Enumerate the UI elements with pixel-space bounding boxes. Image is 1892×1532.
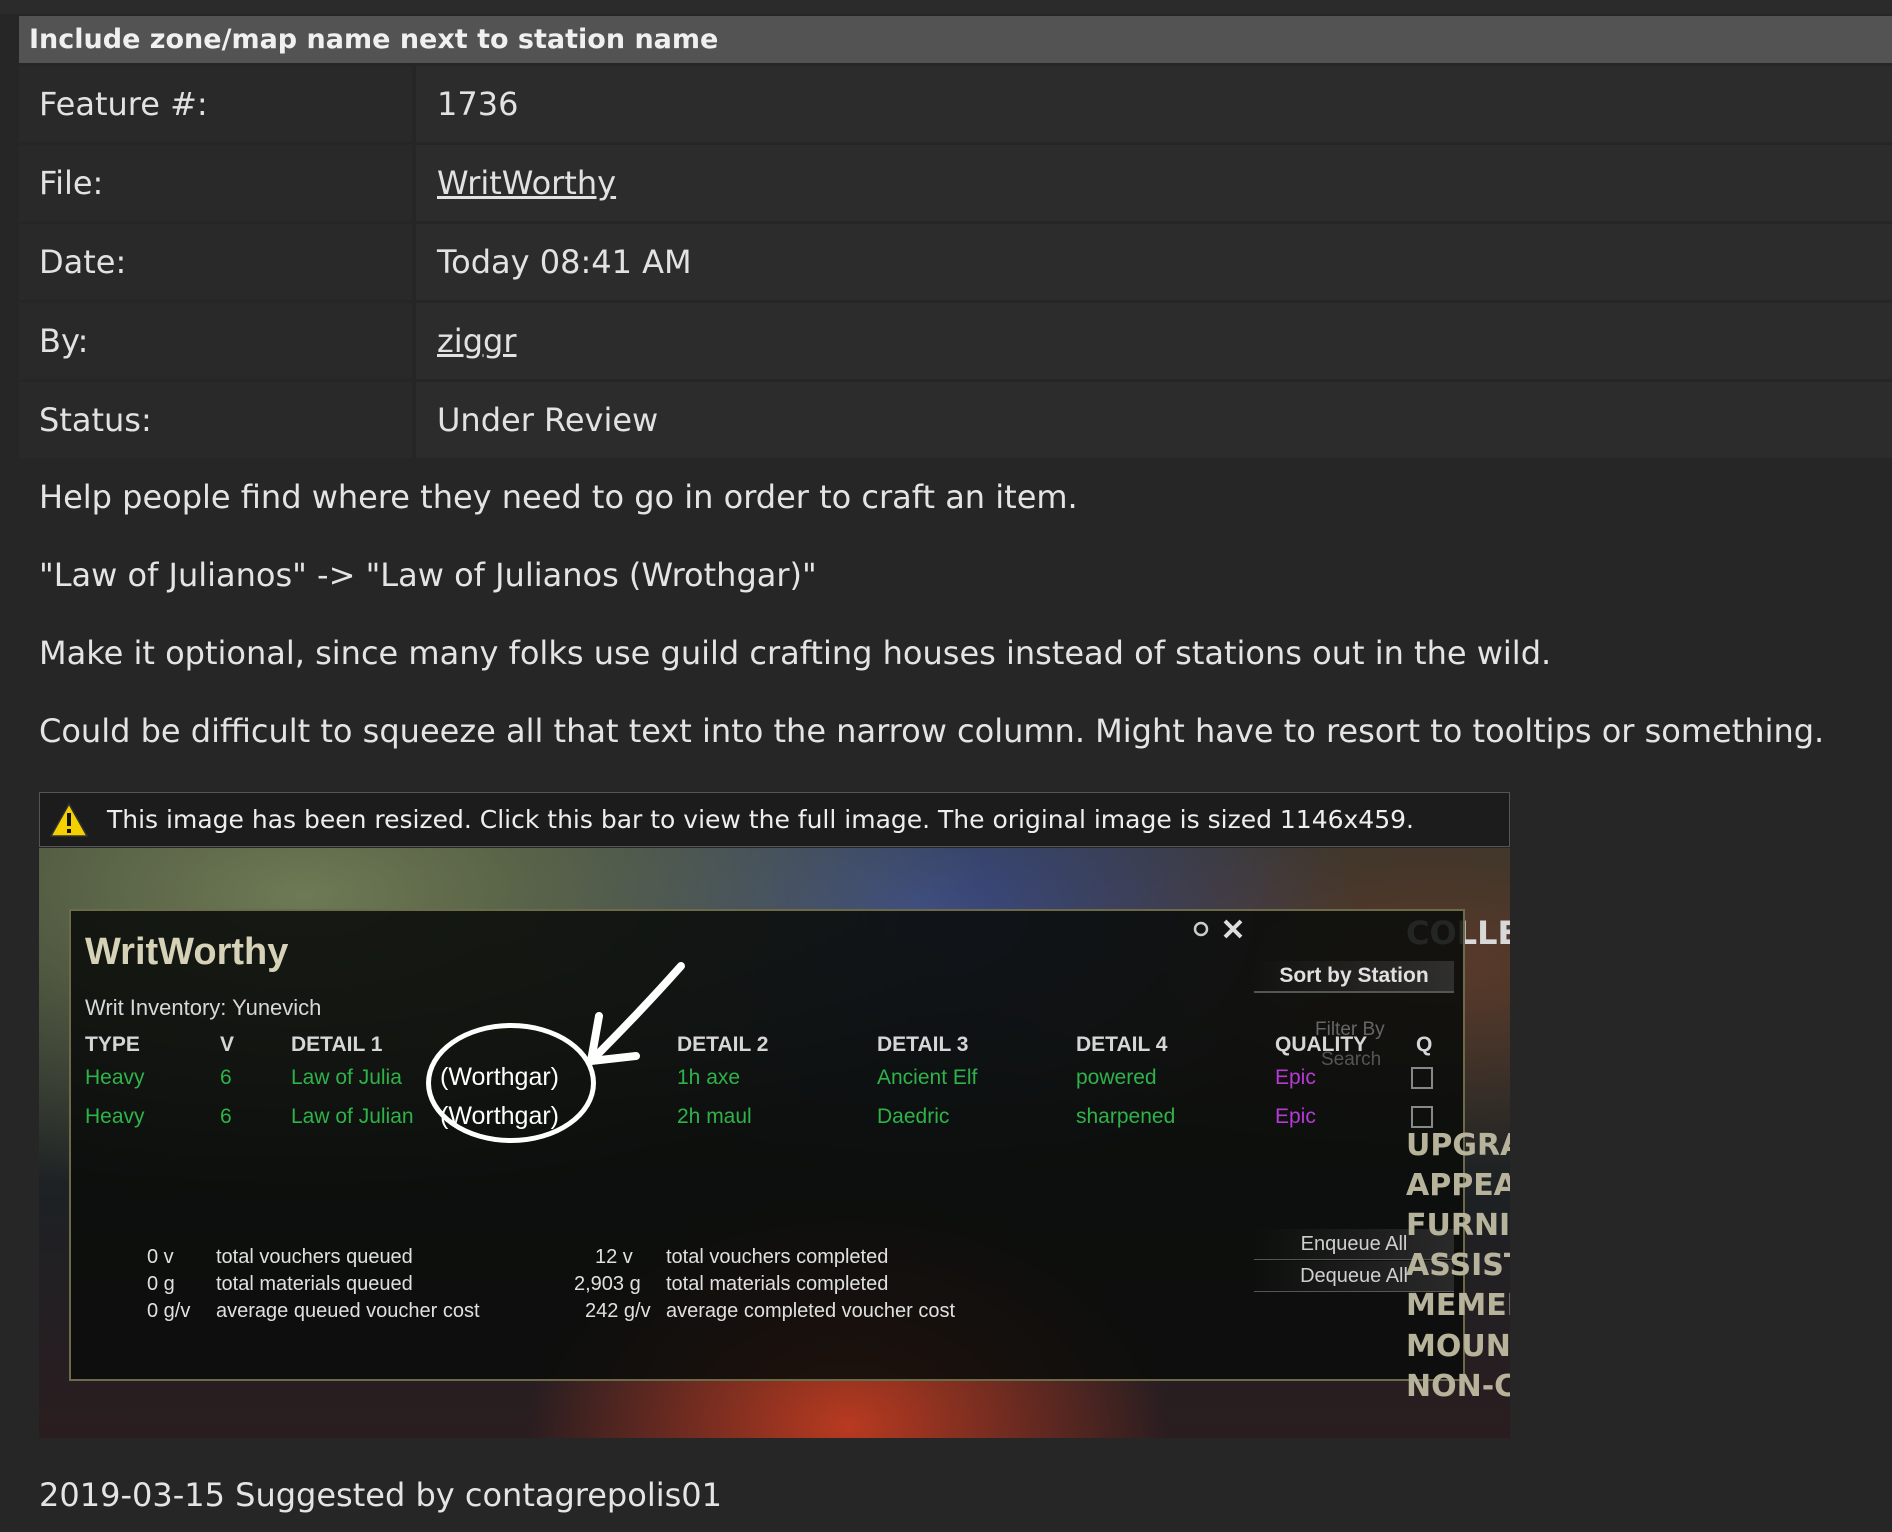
queued-voucher-cost-value: 0 g/v — [147, 1300, 191, 1322]
info-row-feature: Feature #: 1736 — [19, 66, 1892, 142]
materials-queued-label: total materials queued — [216, 1273, 413, 1295]
row2-v: 6 — [220, 1105, 232, 1128]
search-label: Search — [1321, 1049, 1382, 1070]
refresh-icon[interactable] — [1191, 919, 1211, 939]
row1-detail4: powered — [1076, 1066, 1157, 1089]
file-link[interactable]: WritWorthy — [437, 164, 616, 202]
row1-quality: Epic — [1275, 1066, 1316, 1089]
warning-icon — [49, 802, 89, 837]
materials-completed-label: total materials completed — [666, 1273, 889, 1295]
column-header-v: V — [220, 1033, 235, 1056]
status-label: Status: — [19, 382, 412, 458]
column-header-detail4: DETAIL 4 — [1076, 1033, 1168, 1056]
by-label: By: — [19, 303, 412, 379]
row2-quality: Epic — [1275, 1105, 1316, 1128]
vouchers-queued-value: 0 v — [147, 1246, 174, 1268]
menu-furnishing[interactable]: FURNISHIN — [1406, 1208, 1510, 1243]
row1-v: 6 — [220, 1066, 232, 1089]
image-resized-notice-bar[interactable]: This image has been resized. Click this … — [39, 792, 1510, 847]
row2-detail3: Daedric — [877, 1105, 950, 1128]
close-icon[interactable] — [1221, 917, 1245, 941]
completed-voucher-cost-label: average completed voucher cost — [666, 1300, 956, 1322]
file-value: WritWorthy — [416, 145, 1892, 221]
file-label: File: — [19, 145, 412, 221]
completed-voucher-cost-value: 242 g/v — [585, 1300, 651, 1322]
vouchers-completed-label: total vouchers completed — [666, 1246, 889, 1268]
column-header-type: TYPE — [85, 1033, 140, 1056]
feature-number-value: 1736 — [416, 66, 1892, 142]
author-link[interactable]: ziggr — [437, 322, 516, 360]
menu-appearance[interactable]: APPEARAN — [1406, 1168, 1510, 1203]
row1-type: Heavy — [85, 1066, 145, 1089]
column-header-detail1: DETAIL 1 — [291, 1033, 383, 1056]
vouchers-queued-label: total vouchers queued — [216, 1246, 413, 1268]
menu-non-combat[interactable]: NON-COME — [1406, 1369, 1510, 1404]
description-paragraph-1: Help people find where they need to go i… — [39, 478, 1078, 516]
window-title: WritWorthy — [85, 931, 289, 973]
feature-title-bar: Include zone/map name next to station na… — [19, 16, 1892, 63]
description-paragraph-2: "Law of Julianos" -> "Law of Julianos (W… — [39, 556, 817, 594]
menu-assistant[interactable]: ASSISTANT — [1406, 1248, 1510, 1283]
sort-by-station-button[interactable]: Sort by Station — [1254, 961, 1454, 993]
feature-info-table: Feature #: 1736 File: WritWorthy Date: T… — [19, 66, 1892, 461]
status-value: Under Review — [416, 382, 1892, 458]
queued-voucher-cost-label: average queued voucher cost — [216, 1300, 480, 1322]
row2-type: Heavy — [85, 1105, 145, 1128]
writ-inventory-label: Writ Inventory: Yunevich — [85, 995, 322, 1020]
feature-number-label: Feature #: — [19, 66, 412, 142]
info-row-status: Status: Under Review — [19, 382, 1892, 458]
row1-detail3: Ancient Elf — [877, 1066, 978, 1089]
vouchers-completed-value: 12 v — [595, 1246, 633, 1268]
date-label: Date: — [19, 224, 412, 300]
info-row-file: File: WritWorthy — [19, 145, 1892, 221]
resize-notice-text: This image has been resized. Click this … — [107, 805, 1414, 834]
top-strip — [0, 0, 1892, 14]
info-row-by: By: ziggr — [19, 303, 1892, 379]
suggested-by-line: 2019-03-15 Suggested by contagrepolis01 — [39, 1476, 722, 1514]
menu-upgrade[interactable]: UPGRADE — [1406, 1128, 1510, 1163]
hand-drawn-arrow-icon — [587, 962, 685, 1065]
column-header-detail3: DETAIL 3 — [877, 1033, 969, 1056]
row2-detail4: sharpened — [1076, 1105, 1176, 1128]
menu-mementos[interactable]: MEMENTOS — [1406, 1288, 1510, 1323]
description-paragraph-4: Could be difficult to squeeze all that t… — [39, 712, 1825, 750]
by-value: ziggr — [416, 303, 1892, 379]
attached-game-screenshot[interactable]: COLLECTIONS WritWorthy Writ Inventory: Y… — [39, 848, 1510, 1438]
filter-by-label: Filter By — [1315, 1019, 1385, 1040]
info-row-date: Date: Today 08:41 AM — [19, 224, 1892, 300]
row2-queue-checkbox[interactable] — [1411, 1106, 1433, 1128]
menu-mounts[interactable]: MOUNTS — [1406, 1329, 1510, 1364]
column-header-q: Q — [1416, 1033, 1433, 1056]
row2-detail1: Law of Julian — [291, 1105, 414, 1128]
date-value: Today 08:41 AM — [416, 224, 1892, 300]
materials-queued-value: 0 g — [147, 1273, 175, 1295]
row1-detail1: Law of Julia — [291, 1066, 402, 1089]
writworthy-window: WritWorthy Writ Inventory: Yunevich TYPE… — [69, 909, 1465, 1381]
description-paragraph-3: Make it optional, since many folks use g… — [39, 634, 1552, 672]
row1-queue-checkbox[interactable] — [1411, 1067, 1433, 1089]
materials-completed-value: 2,903 g — [574, 1273, 641, 1295]
row2-detail2: 2h maul — [677, 1105, 752, 1128]
